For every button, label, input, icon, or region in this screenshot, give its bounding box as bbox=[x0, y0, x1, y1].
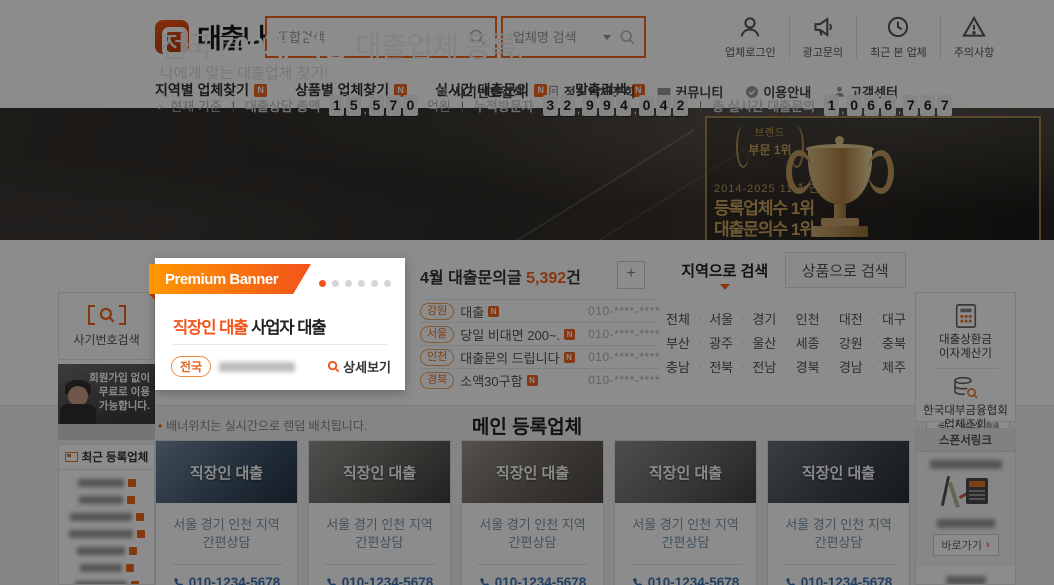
masked-company-name bbox=[219, 362, 295, 372]
page: 대출나라 업체로그인 광고문의 최근 본 업체 주의사항 bbox=[0, 0, 1054, 585]
detail-link[interactable]: 상세보기 bbox=[327, 357, 391, 376]
banner-pagination bbox=[319, 280, 391, 287]
pagination-dot[interactable] bbox=[319, 280, 326, 287]
pagination-dot[interactable] bbox=[358, 280, 365, 287]
pagination-dot[interactable] bbox=[345, 280, 352, 287]
region-pill: 전국 bbox=[171, 356, 211, 377]
ribbon-fold bbox=[149, 294, 155, 300]
premium-ribbon: Premium Banner bbox=[149, 264, 311, 294]
pagination-dot[interactable] bbox=[384, 280, 391, 287]
premium-title: 직장인 대출 사업자 대출 bbox=[173, 314, 326, 338]
pagination-dot[interactable] bbox=[371, 280, 378, 287]
premium-banner-card[interactable]: Premium Banner 직장인 대출 사업자 대출 전국 상세보기 bbox=[155, 258, 405, 390]
pagination-dot[interactable] bbox=[332, 280, 339, 287]
